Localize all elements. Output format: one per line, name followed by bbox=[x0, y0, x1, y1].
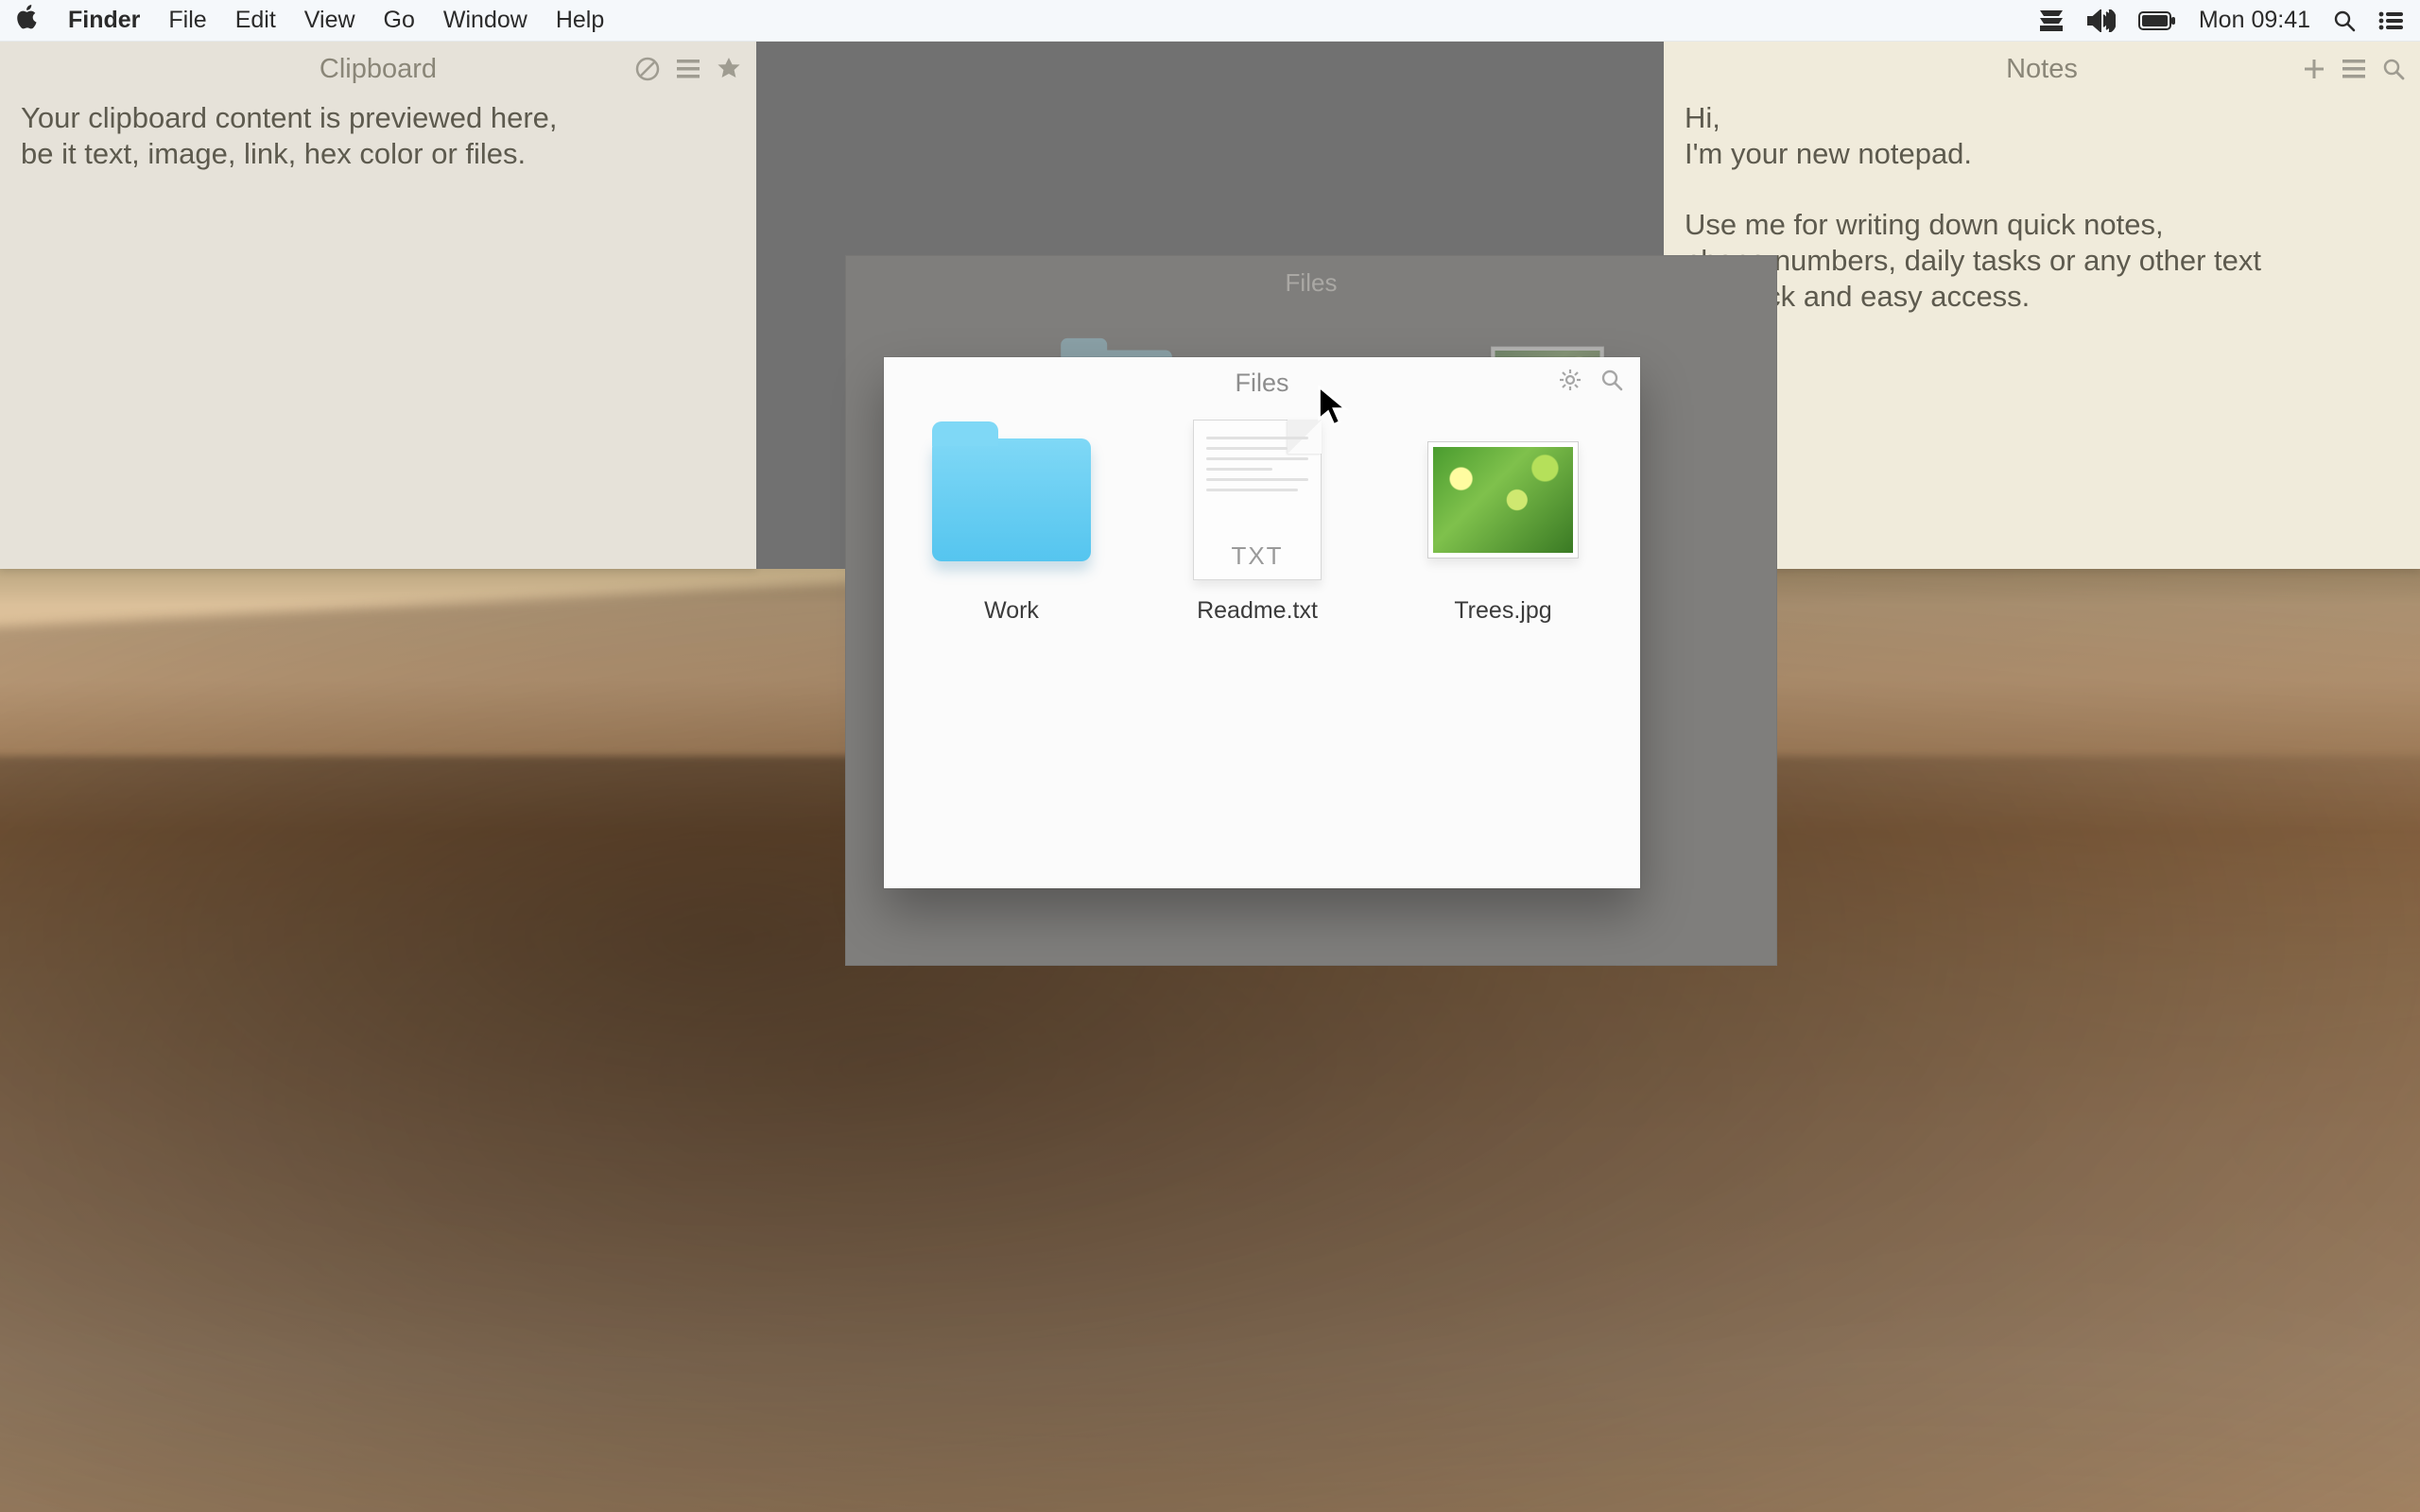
tray-icon[interactable] bbox=[2038, 10, 2065, 31]
search-icon[interactable] bbox=[1600, 369, 1623, 398]
text-document-icon: TXT bbox=[1193, 420, 1322, 580]
spotlight-icon[interactable] bbox=[2333, 9, 2356, 32]
menu-file[interactable]: File bbox=[168, 7, 206, 34]
menu-edit[interactable]: Edit bbox=[235, 7, 276, 34]
menu-clock[interactable]: Mon 09:41 bbox=[2199, 7, 2310, 34]
notes-title: Notes bbox=[2006, 54, 2078, 85]
notes-content[interactable]: Hi, I'm your new notepad. Use me for wri… bbox=[1664, 96, 2420, 332]
file-item-folder[interactable]: Work bbox=[931, 420, 1092, 625]
menu-icon[interactable] bbox=[677, 60, 700, 78]
image-thumbnail-icon bbox=[1427, 441, 1579, 558]
clipboard-title: Clipboard bbox=[320, 54, 437, 85]
folder-icon bbox=[932, 438, 1091, 561]
clipboard-panel: Clipboard Your clipboard content is prev… bbox=[0, 42, 756, 569]
search-icon[interactable] bbox=[2382, 58, 2405, 80]
notes-panel: Notes Hi, I'm your new notepad. Use me f… bbox=[1664, 42, 2420, 569]
file-item-image[interactable]: Trees.jpg bbox=[1423, 420, 1583, 625]
menu-icon[interactable] bbox=[2342, 60, 2365, 78]
clipboard-content: Your clipboard content is previewed here… bbox=[0, 96, 756, 189]
battery-icon[interactable] bbox=[2138, 11, 2176, 30]
menu-view[interactable]: View bbox=[304, 7, 355, 34]
file-label: Trees.jpg bbox=[1454, 597, 1551, 625]
menu-window[interactable]: Window bbox=[443, 7, 527, 34]
file-label: Work bbox=[984, 597, 1039, 625]
active-app-name[interactable]: Finder bbox=[68, 7, 140, 34]
cursor-icon bbox=[1317, 386, 1351, 434]
file-item-txt[interactable]: TXT Readme.txt bbox=[1177, 420, 1338, 625]
files-window[interactable]: Files Work TXT Readme.txt Tr bbox=[884, 357, 1640, 888]
star-icon[interactable] bbox=[717, 57, 741, 81]
files-back-title: Files bbox=[845, 255, 1777, 298]
files-title-bar[interactable]: Files bbox=[884, 357, 1640, 408]
gear-icon[interactable] bbox=[1559, 369, 1582, 398]
menu-go[interactable]: Go bbox=[384, 7, 415, 34]
volume-icon[interactable] bbox=[2087, 9, 2116, 32]
clear-icon[interactable] bbox=[635, 57, 660, 81]
file-label: Readme.txt bbox=[1197, 597, 1318, 625]
menu-bar: Finder File Edit View Go Window Help Mon… bbox=[0, 0, 2420, 42]
files-title: Files bbox=[1235, 369, 1288, 398]
add-icon[interactable] bbox=[2303, 58, 2325, 80]
apple-icon[interactable] bbox=[17, 5, 40, 36]
list-icon[interactable] bbox=[2378, 11, 2403, 30]
menu-help[interactable]: Help bbox=[556, 7, 604, 34]
txt-badge: TXT bbox=[1231, 541, 1283, 571]
